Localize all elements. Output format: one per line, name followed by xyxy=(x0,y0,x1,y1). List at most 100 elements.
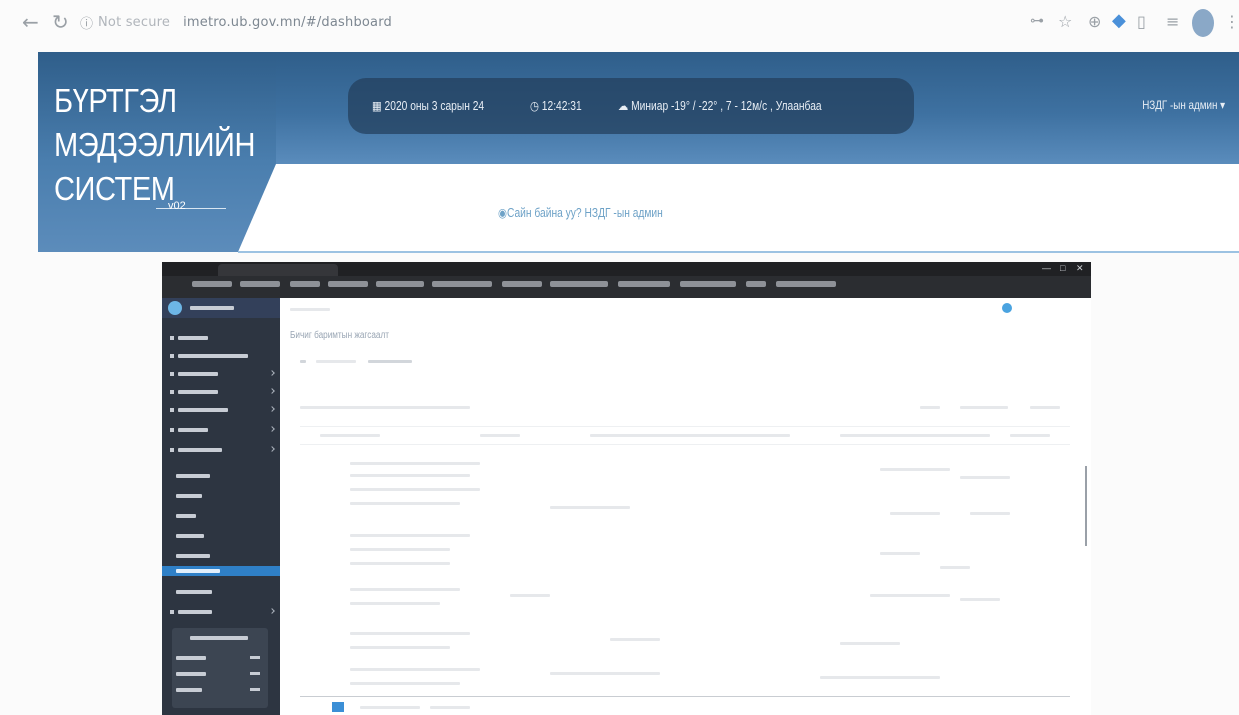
more-vert-icon[interactable]: ⋮ xyxy=(1224,12,1239,31)
table-cell xyxy=(960,476,1010,479)
table-header xyxy=(320,434,380,437)
table-cell xyxy=(610,638,660,641)
table-cell xyxy=(350,548,450,551)
table-cell xyxy=(350,534,470,537)
table-cell xyxy=(350,588,460,591)
bookmark xyxy=(432,281,492,287)
table-cell xyxy=(350,646,450,649)
sidebar-icon xyxy=(170,336,174,340)
embedded-sidebar xyxy=(162,298,280,715)
sidebar-icon xyxy=(170,448,174,452)
sidebar-icon xyxy=(170,610,174,614)
toolbar-label xyxy=(920,406,940,409)
table-header xyxy=(480,434,520,437)
bookmark xyxy=(240,281,280,287)
embedded-page-title: Бичиг баримтын жагсаалт xyxy=(290,330,390,341)
chevron-right-icon xyxy=(269,426,275,432)
chevron-right-icon xyxy=(269,406,275,412)
sidebar-icon xyxy=(170,372,174,376)
minimize-icon: — xyxy=(1042,263,1051,273)
panel-row-label xyxy=(176,656,206,660)
maximize-icon: □ xyxy=(1060,263,1066,273)
bookmark xyxy=(376,281,424,287)
bookmark xyxy=(502,281,542,287)
date-display: ▦ 2020 оны 3 сарын 24 xyxy=(372,98,484,113)
table-bottom-rule xyxy=(300,696,1070,697)
weather-display: ☁ Миниар -19° / -22° , 7 - 12м/с , Улаан… xyxy=(618,98,822,113)
sidebar-item xyxy=(178,448,222,452)
bookmark xyxy=(680,281,736,287)
extension-icon[interactable]: ⊕ xyxy=(1088,12,1101,31)
panel-row-value xyxy=(250,656,260,659)
header-slant xyxy=(238,164,298,252)
panel-row-label xyxy=(176,688,202,692)
table-header xyxy=(590,434,790,437)
time-display: ◷ 12:42:31 xyxy=(530,98,582,113)
panel-row-value xyxy=(250,688,260,691)
sidebar-stats-panel xyxy=(172,628,268,708)
clock-icon: ◷ xyxy=(530,99,542,113)
panel-row-label xyxy=(176,672,206,676)
user-menu[interactable]: НЗДГ -ын админ ▾ xyxy=(1142,98,1225,112)
table-rule xyxy=(300,426,1070,427)
brand-logo-icon xyxy=(168,301,182,315)
sidebar-subitem xyxy=(176,590,212,594)
bookmark xyxy=(290,281,320,287)
menu-list-icon[interactable]: ≡ xyxy=(1166,12,1179,31)
sidebar-item xyxy=(178,372,218,376)
pagination-active xyxy=(332,702,344,712)
table-cell xyxy=(870,594,950,597)
table-cell xyxy=(350,562,450,565)
back-arrow-icon[interactable]: ← xyxy=(22,10,39,34)
logo-line-3: СИСТЕМ xyxy=(54,170,175,207)
search-select xyxy=(300,406,470,409)
browser-toolbar: ← ↻ ⓘ Not secure imetro.ub.gov.mn/#/dash… xyxy=(0,0,1239,50)
embedded-browser-chrome: — □ ✕ xyxy=(162,262,1091,298)
brand-text xyxy=(190,306,234,310)
table-cell xyxy=(890,512,940,515)
sidebar-item xyxy=(178,610,212,614)
table-cell xyxy=(880,552,920,555)
table-cell xyxy=(960,598,1000,601)
table-cell xyxy=(880,468,950,471)
profile-avatar[interactable] xyxy=(1192,9,1214,37)
sidebar-item xyxy=(178,354,248,358)
table-cell xyxy=(350,488,480,491)
user-circle-icon: ◉ xyxy=(498,206,507,220)
info-icon[interactable]: ⓘ xyxy=(80,13,93,32)
sidebar-subitem xyxy=(176,514,196,518)
sidebar-icon xyxy=(170,390,174,394)
app-header: БҮРТГЭЛ МЭДЭЭЛЛИЙН СИСТЕМ v02 ▦ 2020 оны… xyxy=(38,52,1239,253)
logo-divider xyxy=(156,208,226,209)
cast-icon[interactable]: ▯ xyxy=(1137,12,1146,31)
reload-icon[interactable]: ↻ xyxy=(52,10,69,34)
table-rule xyxy=(300,444,1070,445)
table-cell xyxy=(350,502,460,505)
sidebar-item xyxy=(178,428,208,432)
filter-button xyxy=(368,360,412,363)
bookmark xyxy=(618,281,670,287)
close-icon: ✕ xyxy=(1076,263,1084,273)
sidebar-item xyxy=(178,390,218,394)
key-icon[interactable]: ⊶ xyxy=(1030,13,1044,29)
security-label: Not secure xyxy=(98,15,171,30)
address-bar[interactable]: Not secure imetro.ub.gov.mn/#/dashboard xyxy=(98,15,392,30)
embedded-tab xyxy=(218,264,338,276)
table-cell xyxy=(550,672,660,675)
welcome-text: Сайн байна уу? НЗДГ -ын админ xyxy=(506,206,663,220)
diamond-icon[interactable]: ◆ xyxy=(1112,10,1126,31)
settings-gear-icon xyxy=(1002,303,1012,313)
sidebar-subitem xyxy=(176,474,210,478)
chevron-right-icon xyxy=(269,388,275,394)
table-cell xyxy=(550,506,630,509)
embedded-content: Бичиг баримтын жагсаалт xyxy=(280,298,1091,715)
filter-field xyxy=(316,360,356,363)
table-cell xyxy=(350,474,470,477)
star-icon[interactable]: ☆ xyxy=(1058,12,1072,31)
version-label: v02 xyxy=(168,200,186,212)
toolbar-button xyxy=(960,406,1008,409)
sidebar-item xyxy=(178,408,228,412)
table-cell xyxy=(350,682,460,685)
time-text: 12:42:31 xyxy=(541,99,582,113)
table-cell xyxy=(350,602,440,605)
